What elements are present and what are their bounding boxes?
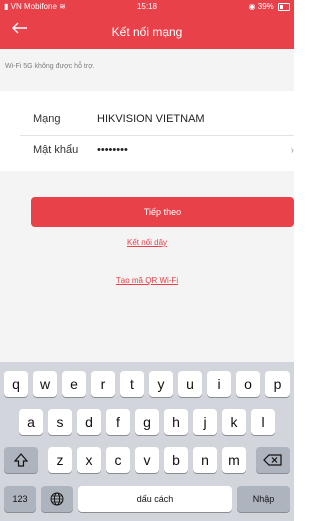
space-key[interactable]: dấu cách xyxy=(78,486,232,512)
password-label: Mật khẩu xyxy=(33,144,79,156)
page-title: Kết nối mạng xyxy=(111,25,183,39)
key-i[interactable]: i xyxy=(207,371,231,397)
key-q[interactable]: q xyxy=(4,371,28,397)
reveal-password-icon[interactable]: › xyxy=(291,145,294,156)
key-b[interactable]: b xyxy=(164,447,188,473)
key-p[interactable]: p xyxy=(265,371,290,397)
wifi-5g-notice: Wi-Fi 5G không được hỗ trợ. xyxy=(5,63,95,70)
key-t[interactable]: t xyxy=(120,371,144,397)
key-y[interactable]: y xyxy=(149,371,173,397)
backspace-icon xyxy=(263,454,282,466)
key-x[interactable]: x xyxy=(77,447,101,473)
key-w[interactable]: w xyxy=(33,371,57,397)
key-j[interactable]: j xyxy=(193,409,217,435)
key-v[interactable]: v xyxy=(135,447,159,473)
shift-key[interactable] xyxy=(4,447,38,473)
backspace-key[interactable] xyxy=(256,447,290,473)
status-bar: ▮ VN Mobifone ≋ 15:18 ◉ 39% xyxy=(0,0,294,14)
globe-icon xyxy=(50,492,64,506)
key-u[interactable]: u xyxy=(178,371,202,397)
network-field[interactable]: HIKVISION VIETNAM xyxy=(97,113,205,125)
key-n[interactable]: n xyxy=(193,447,217,473)
key-a[interactable]: a xyxy=(19,409,43,435)
next-button[interactable]: Tiếp theo xyxy=(31,197,294,227)
network-form: Mạng HIKVISION VIETNAM Mật khẩu ••••••••… xyxy=(0,91,294,171)
key-d[interactable]: d xyxy=(77,409,101,435)
key-c[interactable]: c xyxy=(106,447,130,473)
key-z[interactable]: z xyxy=(48,447,72,473)
key-o[interactable]: o xyxy=(236,371,260,397)
key-e[interactable]: e xyxy=(62,371,86,397)
password-field[interactable]: •••••••• xyxy=(97,144,128,156)
key-l[interactable]: l xyxy=(251,409,275,435)
generate-wifi-qr-link[interactable]: Tạo mã QR Wi-Fi xyxy=(0,276,294,285)
battery-icon xyxy=(278,2,290,11)
network-row[interactable]: Mạng HIKVISION VIETNAM xyxy=(20,104,294,136)
key-g[interactable]: g xyxy=(135,409,159,435)
key-h[interactable]: h xyxy=(164,409,188,435)
key-m[interactable]: m xyxy=(222,447,246,473)
key-s[interactable]: s xyxy=(48,409,72,435)
key-r[interactable]: r xyxy=(91,371,115,397)
keyboard: q w e r t y u i o p a s d f g h j k l z … xyxy=(0,362,294,521)
numbers-key[interactable]: 123 xyxy=(4,486,36,512)
globe-key[interactable] xyxy=(41,486,73,512)
alarm-icon: ◉ xyxy=(248,2,256,11)
password-row[interactable]: Mật khẩu •••••••• › xyxy=(20,135,294,166)
battery-indicator: ◉ 39% xyxy=(249,2,290,11)
key-f[interactable]: f xyxy=(106,409,130,435)
return-key[interactable]: Nhập xyxy=(237,486,290,512)
navigation-bar: ▮ VN Mobifone ≋ 15:18 ◉ 39% Kết nối mạng xyxy=(0,0,294,49)
notice-area xyxy=(0,49,294,91)
key-k[interactable]: k xyxy=(222,409,246,435)
network-label: Mạng xyxy=(33,113,61,125)
wired-connection-link[interactable]: Kết nối dây xyxy=(0,238,294,247)
shift-icon xyxy=(14,453,28,467)
